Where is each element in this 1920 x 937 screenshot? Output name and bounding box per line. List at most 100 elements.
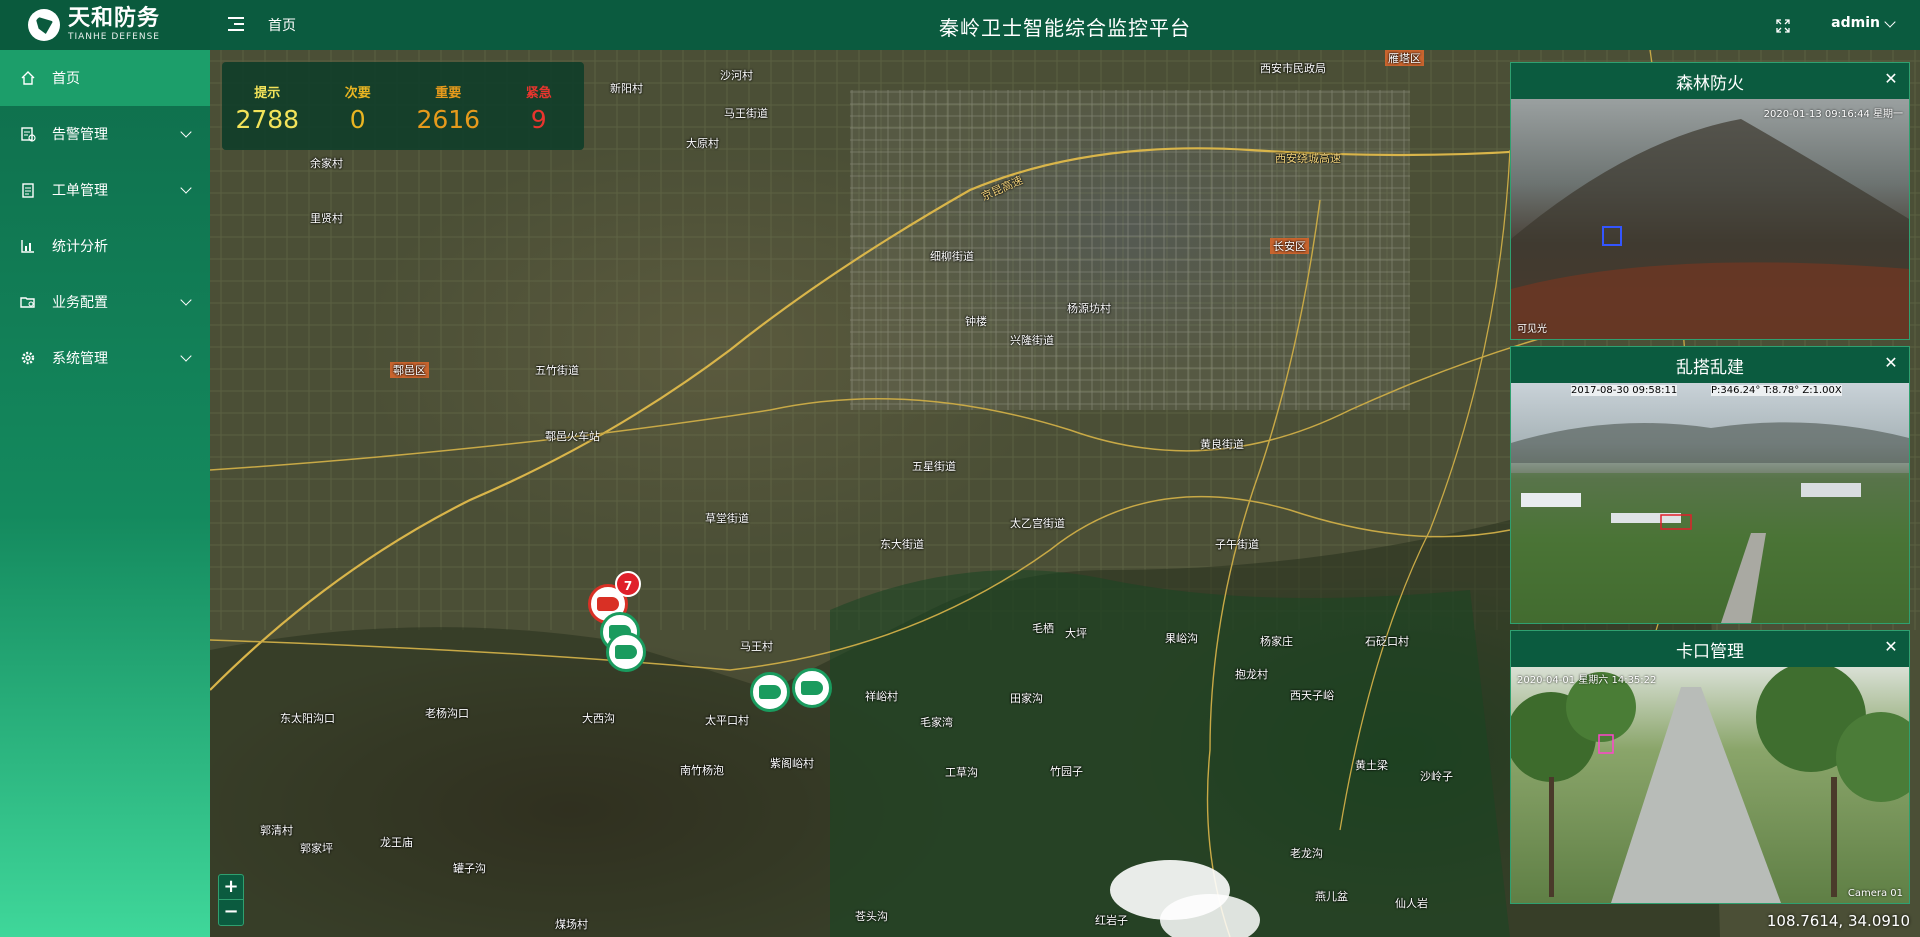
- sidebar-item-label: 首页: [52, 71, 80, 87]
- map-label: 仙人岩: [1395, 897, 1428, 910]
- stat-label: 次要: [344, 86, 371, 101]
- map-label: 黄土梁: [1355, 759, 1388, 772]
- chevron-down-icon: [180, 350, 192, 362]
- alarm-marker[interactable]: [750, 672, 790, 712]
- stat-value: 9: [530, 105, 547, 134]
- map-label: 杨源坊村: [1067, 302, 1111, 315]
- map-label: 马王街道: [724, 107, 768, 120]
- sidebar-item-label: 业务配置: [52, 295, 108, 311]
- camera-caption: P:346.24° T:8.78° Z:1.00X: [1711, 385, 1842, 396]
- camera-title: 卡口管理: [1676, 641, 1744, 662]
- map-label: 草堂街道: [705, 512, 749, 525]
- logo-subtext: TIANHE DEFENSE: [68, 32, 160, 42]
- stat-value: 0: [349, 105, 366, 134]
- camera-feed[interactable]: 2017-08-30 09:58:11 P:346.24° T:8.78° Z:…: [1511, 383, 1909, 623]
- zoom-out-button[interactable]: −: [219, 900, 243, 925]
- map-label: 雁塔区: [1385, 50, 1424, 66]
- alarm-stats-panel: 提示 2788 次要 0 重要 2616 紧急 9: [222, 62, 584, 150]
- marker-count-badge: 7: [615, 571, 641, 597]
- sidebar-item-system[interactable]: 系统管理: [0, 330, 210, 386]
- stat-label: 提示: [254, 86, 281, 101]
- stat-value: 2788: [235, 105, 300, 134]
- fullscreen-icon[interactable]: [1776, 18, 1790, 33]
- map-label: 东太阳沟口: [280, 712, 335, 725]
- map-label: 煤场村: [555, 918, 588, 931]
- map-label: 兴隆街道: [1010, 334, 1054, 347]
- alarm-marker[interactable]: [606, 632, 646, 672]
- sidebar-item-business-config[interactable]: 业务配置: [0, 274, 210, 330]
- alarm-icon: [20, 126, 36, 142]
- sidebar-item-statistics[interactable]: 统计分析: [0, 218, 210, 274]
- sidebar-item-alarm[interactable]: 告警管理: [0, 106, 210, 162]
- folder-icon: [20, 294, 36, 310]
- sidebar-item-workorder[interactable]: 工单管理: [0, 162, 210, 218]
- map-label: 祥峪村: [865, 690, 898, 703]
- home-icon: [20, 70, 36, 86]
- alarm-marker[interactable]: [792, 668, 832, 708]
- camera-timestamp: 2020-01-13 09:16:44 星期一: [1763, 109, 1903, 120]
- map-label: 西安绕城高速: [1275, 152, 1341, 165]
- camera-caption: 可见光: [1517, 324, 1547, 335]
- sidebar-item-home[interactable]: 首页: [0, 50, 210, 106]
- map-label: 郭清村: [260, 824, 293, 837]
- stat-important[interactable]: 重要 2616: [403, 82, 494, 150]
- map-label: 杨家庄: [1260, 635, 1293, 648]
- map-label: 新阳村: [610, 82, 643, 95]
- gear-icon: [20, 350, 36, 366]
- camera-title: 森林防火: [1676, 73, 1744, 94]
- close-icon[interactable]: ✕: [1883, 639, 1899, 655]
- zoom-in-button[interactable]: +: [219, 875, 243, 900]
- map-label: 竹园子: [1050, 765, 1083, 778]
- map-coordinates: 108.7614, 34.0910: [1766, 912, 1910, 930]
- chart-icon: [20, 238, 36, 254]
- logo-text: 天和防务: [68, 6, 161, 31]
- map-label: 老杨沟口: [425, 707, 469, 720]
- map-label: 五竹街道: [535, 364, 579, 377]
- map-label: 太乙宫街道: [1010, 517, 1065, 530]
- logo[interactable]: 天和防务 TIANHE DEFENSE: [0, 0, 210, 50]
- map-label: 龙王庙: [380, 836, 413, 849]
- camera-panel-illegal-building: 乱搭乱建 ✕ 2017-08-30 09:58:11 P:346.24° T:8…: [1510, 346, 1910, 624]
- stat-label: 紧急: [525, 86, 552, 101]
- stat-label: 重要: [435, 86, 462, 101]
- sidebar-item-label: 系统管理: [52, 351, 108, 367]
- stat-minor[interactable]: 次要 0: [313, 82, 404, 150]
- stat-urgent[interactable]: 紧急 9: [494, 82, 585, 150]
- camera-pin-icon: [801, 681, 823, 695]
- camera-panel-forest-fire: 森林防火 ✕ 2020-01-13 09:16:44 星期一 可见光: [1510, 62, 1910, 340]
- camera-timestamp: 2020-04-01 星期六 14:35:22: [1517, 675, 1657, 686]
- sidebar-item-label: 告警管理: [52, 127, 108, 143]
- logo-mark-icon: [28, 9, 60, 41]
- close-icon[interactable]: ✕: [1883, 355, 1899, 371]
- map-label: 燕儿盆: [1315, 890, 1348, 903]
- camera-title: 乱搭乱建: [1676, 357, 1744, 378]
- map-label: 沙岭子: [1420, 770, 1453, 783]
- clipboard-icon: [20, 182, 36, 198]
- stat-value: 2616: [416, 105, 481, 134]
- map-label: 鄠邑火车站: [545, 430, 600, 443]
- map-label: 石砭口村: [1365, 635, 1409, 648]
- close-icon[interactable]: ✕: [1883, 71, 1899, 87]
- map-label: 马王村: [740, 640, 773, 653]
- map-label: 太平口村: [705, 714, 749, 727]
- map-label: 余家村: [310, 157, 343, 170]
- sidebar-item-label: 统计分析: [52, 239, 108, 255]
- map-label: 田家沟: [1010, 692, 1043, 705]
- chevron-down-icon: [180, 126, 192, 138]
- map-label: 子午街道: [1215, 538, 1259, 551]
- map-label: 西安市民政局: [1260, 62, 1326, 75]
- map-label: 里贤村: [310, 212, 343, 225]
- map-label: 鄠邑区: [390, 362, 429, 378]
- chevron-down-icon: [180, 182, 192, 194]
- map-label: 郭家坪: [300, 842, 333, 855]
- map-label: 长安区: [1270, 238, 1309, 254]
- camera-feed[interactable]: 2020-01-13 09:16:44 星期一 可见光: [1511, 99, 1909, 339]
- camera-feed[interactable]: 2020-04-01 星期六 14:35:22 Camera 01: [1511, 667, 1909, 903]
- camera-panel-checkpoint: 卡口管理 ✕ 2020-04-01 星期六 14:35:22 Camera 01: [1510, 630, 1910, 904]
- map-label: 西天子峪: [1290, 689, 1334, 702]
- camera-caption: Camera 01: [1847, 888, 1903, 899]
- map-label: 南竹杨泡: [680, 764, 724, 777]
- stat-hint[interactable]: 提示 2788: [222, 82, 313, 150]
- user-menu[interactable]: admin: [1831, 15, 1880, 31]
- zoom-controls: + −: [218, 874, 244, 926]
